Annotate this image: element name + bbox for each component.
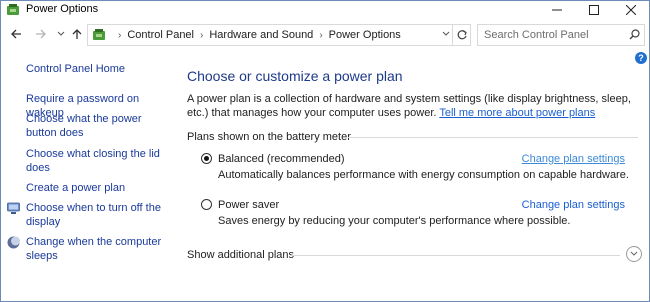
change-plan-settings-balanced-link[interactable]: Change plan settings [522,153,625,165]
refresh-icon [457,30,467,40]
arrow-up-icon [72,29,82,39]
power-options-app-icon [7,4,19,15]
divider [290,255,620,256]
breadcrumb[interactable]: › Control Panel › Hardware and Sound › P… [87,24,471,46]
sidebar-item-power-button[interactable]: Choose what the power button does [26,112,166,140]
breadcrumb-control-panel[interactable]: Control Panel [127,29,194,41]
refresh-button[interactable] [452,25,470,45]
plan-name-balanced[interactable]: Balanced (recommended) [218,153,345,165]
plan-description-power-saver: Saves energy by reducing your computer's… [218,215,571,227]
arrow-left-icon [11,29,21,39]
balanced-radio[interactable] [201,153,212,164]
maximize-icon [589,5,599,15]
chevron-right-icon: › [118,29,122,41]
change-plan-settings-power-saver-link[interactable]: Change plan settings [522,199,625,211]
recent-locations-button[interactable] [53,26,69,42]
sidebar-item-computer-sleeps[interactable]: Change when the computer sleeps [26,235,166,263]
tell-me-more-link[interactable]: Tell me more about power plans [439,107,595,119]
section-label: Plans shown on the battery meter [187,131,351,143]
expand-button[interactable] [626,246,642,262]
page-title: Choose or customize a power plan [187,68,403,84]
up-button[interactable] [69,26,85,42]
window-title: Power Options [26,3,99,15]
main-content: Choose or customize a power plan A power… [173,49,649,301]
close-icon [626,5,636,15]
display-icon [7,202,20,214]
chevron-right-icon: › [200,29,204,41]
sidebar-item-control-panel-home[interactable]: Control Panel Home [26,62,166,76]
title-bar: Power Options [1,1,649,19]
minimize-button[interactable] [542,1,572,19]
power-options-window: Power Options › Control Panel › Hardware… [0,0,650,302]
close-button[interactable] [616,1,646,19]
breadcrumb-hardware-and-sound[interactable]: Hardware and Sound [209,29,313,41]
back-button[interactable] [8,26,24,42]
chevron-down-icon[interactable] [442,30,450,38]
plan-description-balanced: Automatically balances performance with … [218,169,629,181]
address-bar: › Control Panel › Hardware and Sound › P… [1,23,649,47]
breadcrumb-power-options[interactable]: Power Options [329,29,401,41]
search-input[interactable] [477,24,645,46]
sidebar-item-turn-off-display[interactable]: Choose when to turn off the display [26,201,166,229]
chevron-down-icon [57,31,65,36]
chevron-right-icon: › [319,29,323,41]
show-additional-plans[interactable]: Show additional plans [187,249,294,261]
arrow-right-icon [36,29,46,39]
maximize-button[interactable] [579,1,609,19]
control-panel-icon [93,29,105,40]
power-saver-radio[interactable] [201,199,212,210]
divider [348,137,638,138]
sidebar-item-create-power-plan[interactable]: Create a power plan [26,181,166,195]
intro-text: A power plan is a collection of hardware… [187,92,637,120]
plan-name-power-saver[interactable]: Power saver [218,199,279,211]
forward-button[interactable] [33,26,49,42]
moon-icon [7,236,20,249]
sidebar: Control Panel Home Require a password on… [2,49,172,301]
chevron-down-icon [630,251,638,256]
search-icon[interactable] [629,29,640,40]
sidebar-item-closing-lid[interactable]: Choose what closing the lid does [26,147,166,175]
minimize-icon [552,9,562,11]
